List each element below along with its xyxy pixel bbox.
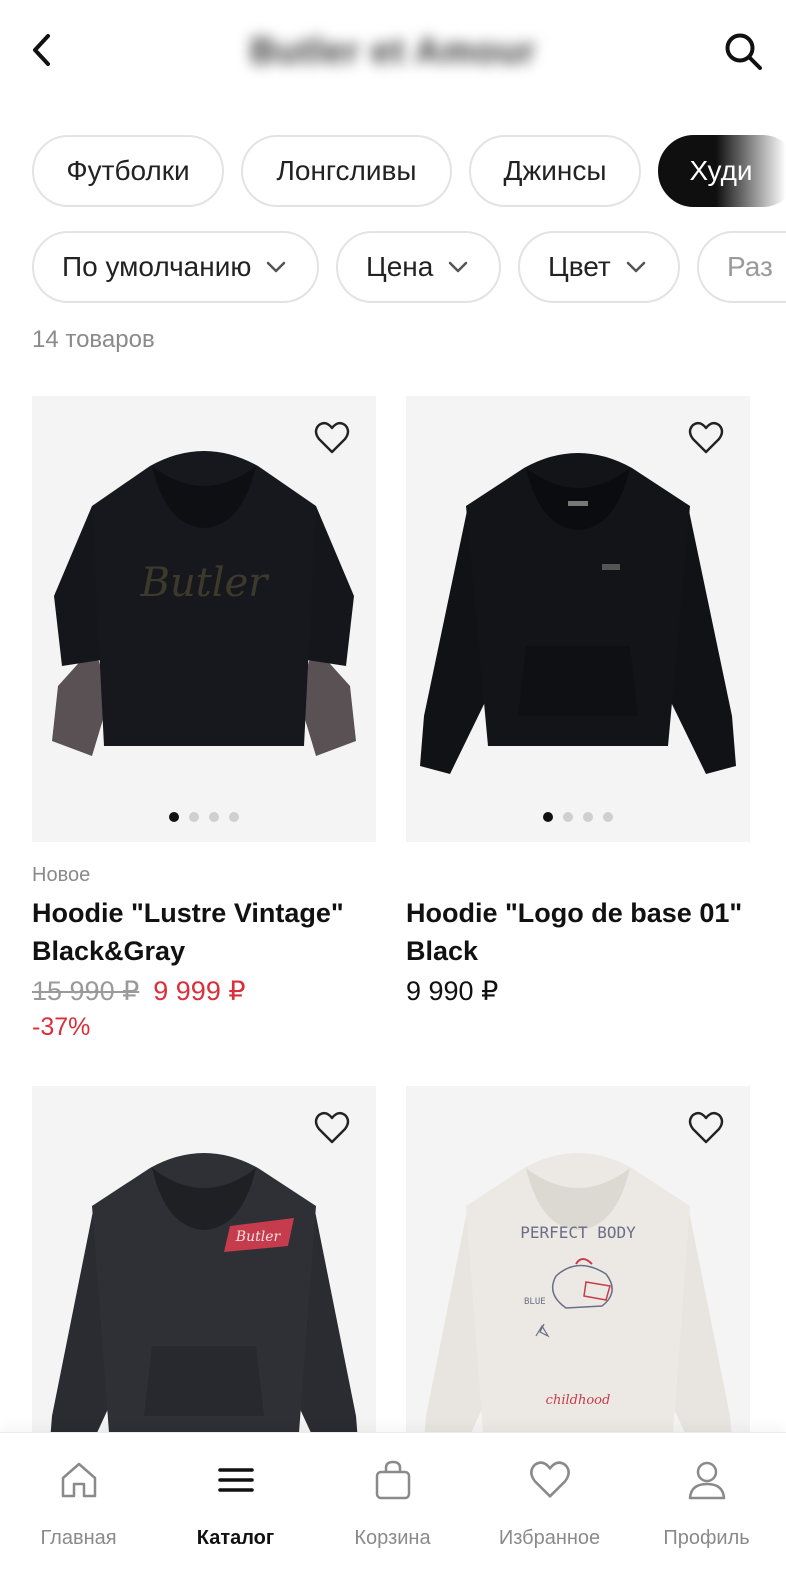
nav-home-label: Главная [40,1527,117,1549]
favorite-button[interactable] [312,418,352,458]
pagination-dot[interactable] [563,812,573,822]
nav-profile[interactable]: Профиль [628,1455,785,1550]
home-icon [0,1455,157,1505]
bag-icon [314,1455,471,1505]
svg-text:PERFECT BODY: PERFECT BODY [520,1223,636,1242]
category-chip-tshirts[interactable]: Футболки [32,135,224,207]
favorite-button[interactable] [312,1108,352,1148]
size-filter-label: Раз [727,251,773,282]
pagination-dot[interactable] [189,812,199,822]
nav-favorites-label: Избранное [498,1527,601,1549]
price-row: 9 990 ₽ [406,976,750,1007]
filter-row: По умолчанию Цена Цвет Раз [0,231,786,305]
nav-cart-label: Корзина [354,1527,431,1549]
heart-icon [688,1111,724,1144]
pagination-dot[interactable] [229,812,239,822]
menu-icon [157,1455,314,1505]
nav-catalog-label: Каталог [196,1527,275,1549]
chevron-down-icon [265,260,287,274]
heart-icon [688,421,724,454]
price-filter-label: Цена [366,251,434,282]
nav-cart[interactable]: Корзина [314,1455,471,1550]
profile-icon [628,1455,785,1505]
search-icon [725,33,762,70]
category-chip-jeans[interactable]: Джинсы [469,135,641,207]
chevron-down-icon [625,260,647,274]
image-pagination [32,812,376,822]
sale-price: 9 999 ₽ [153,976,246,1006]
hoodie-image: Butler [52,451,356,756]
pagination-dot[interactable] [583,812,593,822]
svg-text:BLUE: BLUE [524,1297,546,1307]
pagination-dot[interactable] [169,812,179,822]
header: Butler et Amour [0,0,786,110]
nav-home[interactable]: Главная [0,1455,157,1550]
price: 9 990 ₽ [406,976,499,1006]
back-button[interactable] [20,28,64,72]
pagination-dot[interactable] [543,812,553,822]
nav-profile-label: Профиль [663,1527,750,1549]
discount-label: -37% [32,1013,91,1041]
product-card[interactable]: Hoodie "Logo de base 01" Black 9 990 ₽ [406,396,750,1007]
svg-text:childhood: childhood [546,1393,611,1408]
price-row: 15 990 ₽ 9 999 ₽ [32,976,376,1007]
favorite-button[interactable] [686,1108,726,1148]
new-badge [406,864,750,886]
pagination-dot[interactable] [209,812,219,822]
chevron-down-icon [447,260,469,274]
product-name[interactable]: Hoodie "Lustre Vintage" Black&Gray [32,894,376,970]
hoodie-image [420,453,736,774]
heart-icon [314,1111,350,1144]
search-button[interactable] [720,28,768,76]
product-card[interactable]: Butler Новое Hoodie "Lustre Vintage" Bla… [32,396,376,1042]
product-image[interactable]: Butler [32,396,376,842]
pagination-dot[interactable] [603,812,613,822]
favorite-button[interactable] [686,418,726,458]
sort-dropdown[interactable]: По умолчанию [32,231,319,303]
color-filter-label: Цвет [548,251,611,282]
product-count: 14 товаров [32,326,155,353]
category-chips: Футболки Лонгсливы Джинсы Худи [0,135,786,209]
heart-icon [314,421,350,454]
price-filter-dropdown[interactable]: Цена [336,231,501,303]
new-badge: Новое [32,864,91,886]
svg-text:Butler: Butler [140,560,271,606]
bottom-nav: Главная Каталог Корзина Избранное Профил… [0,1432,786,1584]
size-filter-dropdown[interactable]: Раз [697,231,786,303]
nav-catalog[interactable]: Каталог [157,1455,314,1550]
sort-dropdown-label: По умолчанию [62,251,252,282]
svg-text:Butler: Butler [235,1229,282,1245]
color-filter-dropdown[interactable]: Цвет [518,231,680,303]
category-chip-hoodies[interactable]: Худи [658,135,786,207]
product-name[interactable]: Hoodie "Logo de base 01" Black [406,894,750,970]
page-title: Butler et Amour [250,30,536,71]
chevron-left-icon [33,34,50,66]
product-image[interactable] [406,396,750,842]
old-price: 15 990 ₽ [32,976,140,1006]
category-chip-longsleeves[interactable]: Лонгсливы [241,135,452,207]
heart-icon [471,1455,628,1505]
nav-favorites[interactable]: Избранное [471,1455,628,1550]
image-pagination [406,812,750,822]
